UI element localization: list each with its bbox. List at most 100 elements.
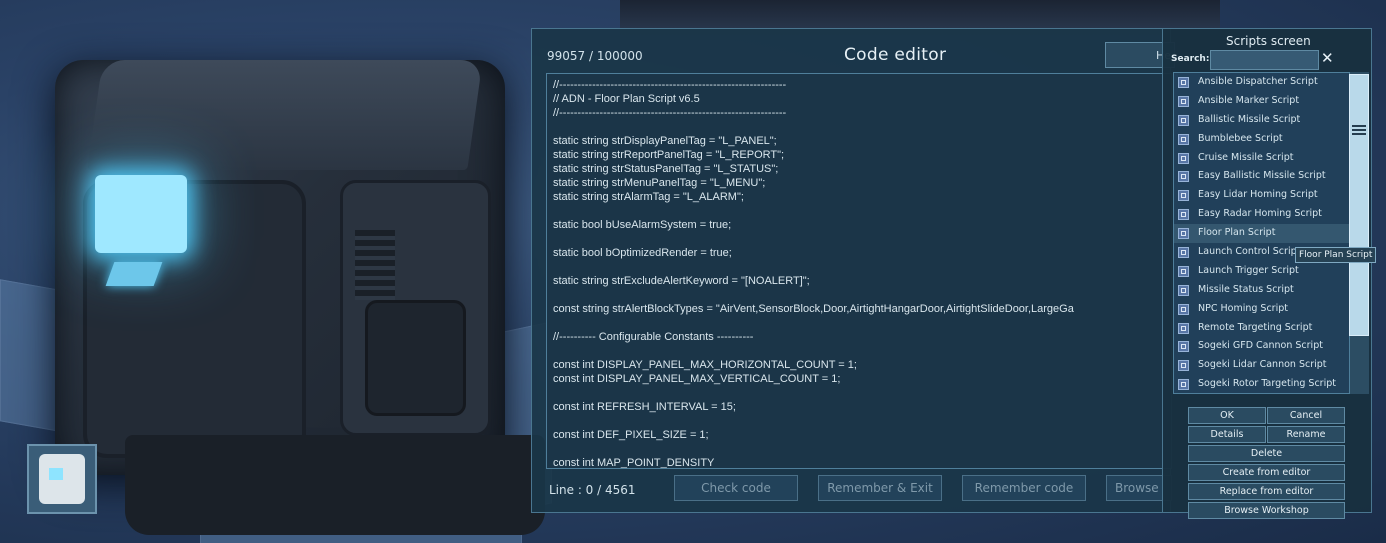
block-glowing-screen — [95, 175, 187, 253]
remember-code-button[interactable]: Remember code — [962, 475, 1086, 501]
block-vent — [355, 230, 395, 300]
script-file-icon — [1178, 133, 1189, 145]
script-item-label: Sogeki GFD Cannon Script — [1198, 340, 1323, 352]
script-list-item[interactable]: Bumblebee Script — [1174, 130, 1368, 149]
search-label: Search: — [1171, 54, 1210, 64]
script-list-item[interactable]: Easy Lidar Homing Script — [1174, 186, 1368, 205]
script-item-label: Easy Lidar Homing Script — [1198, 189, 1318, 201]
code-line: const int MAP_POINT_DENSITY — [553, 457, 715, 469]
script-list-item[interactable]: Ansible Marker Script — [1174, 92, 1368, 111]
code-lines: //--------------------------------------… — [553, 78, 1171, 469]
script-list-item[interactable]: Floor Plan Script — [1174, 224, 1368, 244]
script-list[interactable]: Ansible Dispatcher Script Ansible Marker … — [1173, 72, 1369, 394]
script-item-label: NPC Homing Script — [1198, 302, 1288, 314]
code-line: //---------- Configurable Constants ----… — [553, 331, 754, 343]
cancel-button[interactable]: Cancel — [1267, 407, 1345, 424]
code-line: //--------------------------------------… — [553, 79, 787, 91]
check-code-button[interactable]: Check code — [674, 475, 798, 501]
script-list-item[interactable]: Easy Radar Homing Script — [1174, 205, 1368, 224]
line-counter: Line : 0 / 4561 — [549, 483, 636, 497]
script-list-item[interactable]: Sogeki Rotor Targeting Script — [1174, 375, 1368, 393]
search-input[interactable] — [1210, 50, 1319, 70]
block-keypad — [105, 262, 163, 286]
script-item-label: Cruise Missile Script — [1198, 151, 1294, 163]
script-file-icon — [1178, 114, 1189, 126]
script-list-item[interactable]: Cruise Missile Script — [1174, 149, 1368, 168]
scrollbar-thumb[interactable] — [1349, 74, 1369, 336]
code-text-area[interactable]: //--------------------------------------… — [546, 73, 1172, 469]
rename-button[interactable]: Rename — [1267, 426, 1345, 443]
script-file-icon — [1178, 228, 1189, 240]
clear-search-icon[interactable]: ✕ — [1321, 49, 1334, 67]
code-line: static bool bOptimizedRender = true; — [553, 247, 732, 259]
programmable-block-icon[interactable] — [27, 444, 97, 514]
script-file-icon — [1178, 171, 1189, 183]
script-file-icon — [1178, 190, 1189, 202]
replace-from-editor-button[interactable]: Replace from editor — [1188, 483, 1345, 500]
code-line: const int REFRESH_INTERVAL = 15; — [553, 401, 736, 413]
script-item-label: Easy Ballistic Missile Script — [1198, 170, 1326, 182]
script-item-label: Ansible Dispatcher Script — [1198, 76, 1318, 87]
code-editor-window: 99057 / 100000 Code editor He //--------… — [531, 28, 1175, 513]
script-file-icon — [1178, 303, 1189, 315]
block-side-hatch — [365, 300, 466, 416]
script-list-item[interactable]: Missile Status Script — [1174, 281, 1368, 300]
script-file-icon — [1178, 322, 1189, 334]
script-item-label: Launch Trigger Script — [1198, 264, 1299, 276]
script-item-label: Remote Targeting Script — [1198, 321, 1313, 333]
script-list-item[interactable]: Remote Targeting Script — [1174, 319, 1368, 338]
block-icon-graphic — [39, 454, 85, 504]
script-list-item[interactable]: Ballistic Missile Script — [1174, 111, 1368, 130]
script-file-icon — [1178, 95, 1189, 107]
code-line: const int DEF_PIXEL_SIZE = 1; — [553, 429, 709, 441]
character-count: 99057 / 100000 — [547, 49, 643, 63]
code-line: //--------------------------------------… — [553, 107, 787, 119]
delete-button[interactable]: Delete — [1188, 445, 1345, 462]
script-item-label: Sogeki Lidar Cannon Script — [1198, 359, 1327, 371]
script-file-icon — [1178, 265, 1189, 277]
script-list-item[interactable]: Ansible Dispatcher Script — [1174, 73, 1368, 92]
script-file-icon — [1178, 284, 1189, 296]
script-list-item[interactable]: Sogeki GFD Cannon Script — [1174, 337, 1368, 356]
code-line: static string strAlarmTag = "L_ALARM"; — [553, 191, 744, 203]
code-line: const string strAlertBlockTypes = "AirVe… — [553, 303, 1074, 315]
block-top — [87, 60, 483, 170]
remember-exit-button[interactable]: Remember & Exit — [818, 475, 942, 501]
script-file-icon — [1178, 247, 1189, 259]
script-item-label: Missile Status Script — [1198, 283, 1294, 295]
browse-workshop-button[interactable]: Browse Workshop — [1188, 502, 1345, 519]
script-list-item[interactable]: NPC Homing Script — [1174, 300, 1368, 319]
code-line: static string strMenuPanelTag = "L_MENU"… — [553, 177, 766, 189]
script-tooltip: Floor Plan Script — [1295, 247, 1377, 263]
code-line: const int DISPLAY_PANEL_MAX_VERTICAL_COU… — [553, 373, 841, 385]
code-line: // ADN - Floor Plan Script v6.5 — [553, 93, 700, 105]
ok-button[interactable]: OK — [1188, 407, 1266, 424]
script-list-item[interactable]: Launch Trigger Script — [1174, 262, 1368, 281]
details-button[interactable]: Details — [1188, 426, 1266, 443]
code-line: static string strReportPanelTag = "L_REP… — [553, 149, 785, 161]
script-file-icon — [1178, 360, 1189, 372]
code-line: static string strDisplayPanelTag = "L_PA… — [553, 135, 777, 147]
script-file-icon — [1178, 209, 1189, 221]
block-base — [125, 435, 545, 535]
code-line: static string strStatusPanelTag = "L_STA… — [553, 163, 779, 175]
script-list-item[interactable]: Easy Ballistic Missile Script — [1174, 167, 1368, 186]
create-from-editor-button[interactable]: Create from editor — [1188, 464, 1345, 481]
script-file-icon — [1178, 152, 1189, 164]
script-item-label: Ansible Marker Script — [1198, 94, 1300, 106]
scripts-screen-panel: Scripts screen Search: ✕ Ansible Dispatc… — [1162, 28, 1372, 519]
script-file-icon — [1178, 341, 1189, 353]
script-list-item[interactable]: Sogeki Lidar Cannon Script — [1174, 356, 1368, 375]
script-file-icon — [1178, 379, 1189, 391]
scripts-screen-title: Scripts screen — [1226, 34, 1311, 48]
